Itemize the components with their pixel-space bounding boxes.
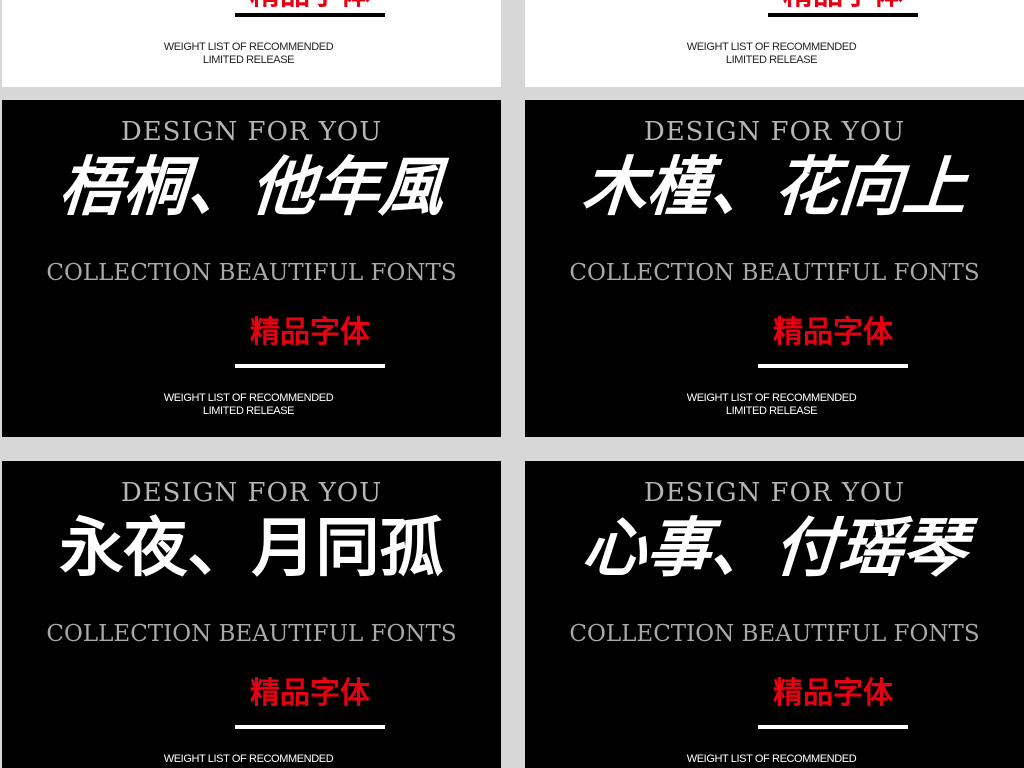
collection-subtitle: COLLECTION BEAUTIFUL FONTS: [46, 621, 457, 647]
tag-label: 精品字体: [235, 0, 385, 10]
tag-label: 精品字体: [773, 676, 893, 711]
font-card-xinshi: DESIGN FOR YOU 心事、付瑶琴 COLLECTION BEAUTIF…: [525, 461, 1024, 768]
weight-caption-line2: LIMITED RELEASE: [725, 405, 818, 417]
weight-caption-line2: LIMITED RELEASE: [725, 54, 818, 66]
weight-caption: WEIGHT LIST OF RECOMMENDED: [2, 753, 501, 766]
tag-underline: [235, 364, 385, 368]
weight-caption-line1: WEIGHT LIST OF RECOMMENDED: [686, 392, 857, 404]
weight-caption-line1: WEIGHT LIST OF RECOMMENDED: [163, 753, 334, 765]
weight-caption-line2: LIMITED RELEASE: [202, 405, 295, 417]
tag-label: 精品字体: [250, 315, 370, 350]
collection-subtitle: COLLECTION BEAUTIFUL FONTS: [46, 260, 457, 286]
tag-underline: [758, 364, 908, 368]
weight-caption: WEIGHT LIST OF RECOMMENDED LIMITED RELEA…: [525, 41, 1024, 67]
font-card-top-left: 精品字体 WEIGHT LIST OF RECOMMENDED LIMITED …: [2, 0, 501, 87]
font-card-mujin: DESIGN FOR YOU 木槿、花向上 COLLECTION BEAUTIF…: [525, 100, 1024, 437]
weight-caption: WEIGHT LIST OF RECOMMENDED LIMITED RELEA…: [525, 392, 1024, 418]
collection-subtitle: COLLECTION BEAUTIFUL FONTS: [569, 260, 980, 286]
tag-label: 精品字体: [768, 0, 918, 10]
collection-subtitle: COLLECTION BEAUTIFUL FONTS: [569, 621, 980, 647]
tag-underline: [758, 725, 908, 729]
design-heading: DESIGN FOR YOU: [643, 478, 906, 508]
font-sample-title: 梧桐、他年風: [56, 150, 447, 225]
font-card-top-right: 精品字体 WEIGHT LIST OF RECOMMENDED LIMITED …: [525, 0, 1024, 87]
weight-caption-line1: WEIGHT LIST OF RECOMMENDED: [686, 41, 857, 53]
tag-underline: [768, 13, 918, 17]
tag-label: 精品字体: [773, 315, 893, 350]
tag-underline: [235, 13, 385, 17]
tag-label: 精品字体: [250, 676, 370, 711]
font-card-yongye: DESIGN FOR YOU 永夜、月同孤 COLLECTION BEAUTIF…: [2, 461, 501, 768]
font-sample-title: 木槿、花向上: [579, 150, 970, 225]
design-heading: DESIGN FOR YOU: [120, 478, 383, 508]
weight-caption: WEIGHT LIST OF RECOMMENDED: [525, 753, 1024, 766]
weight-caption-line2: LIMITED RELEASE: [202, 54, 295, 66]
weight-caption-line1: WEIGHT LIST OF RECOMMENDED: [163, 41, 334, 53]
font-card-wutong: DESIGN FOR YOU 梧桐、他年風 COLLECTION BEAUTIF…: [2, 100, 501, 437]
tag-underline: [235, 725, 385, 729]
design-heading: DESIGN FOR YOU: [643, 117, 906, 147]
weight-caption: WEIGHT LIST OF RECOMMENDED LIMITED RELEA…: [2, 41, 501, 67]
weight-caption: WEIGHT LIST OF RECOMMENDED LIMITED RELEA…: [2, 392, 501, 418]
weight-caption-line1: WEIGHT LIST OF RECOMMENDED: [163, 392, 334, 404]
font-sample-title: 永夜、月同孤: [59, 511, 444, 586]
weight-caption-line1: WEIGHT LIST OF RECOMMENDED: [686, 753, 857, 765]
font-sample-title: 心事、付瑶琴: [579, 511, 970, 586]
design-heading: DESIGN FOR YOU: [120, 117, 383, 147]
